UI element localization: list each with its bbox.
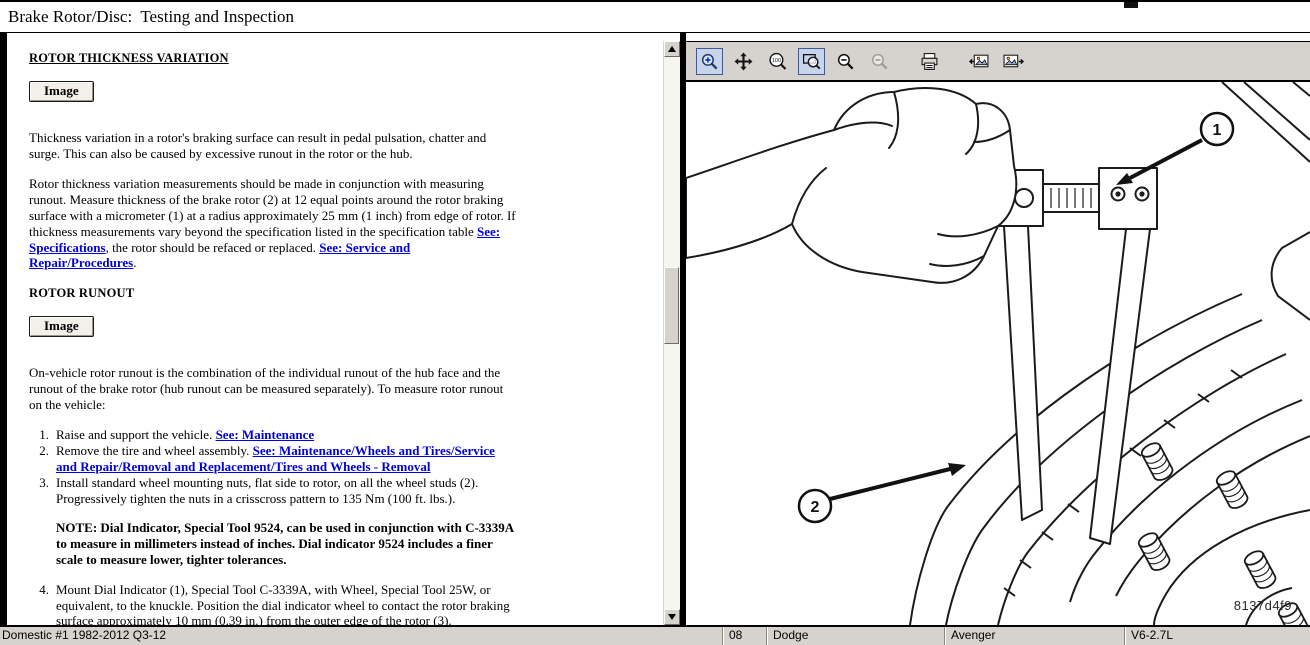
print-button[interactable] <box>916 48 943 75</box>
status-model: Avenger <box>945 627 1125 645</box>
zoom-in-button[interactable] <box>696 48 723 75</box>
callout-1-label: 1 <box>1213 122 1222 139</box>
scrollbar-thumb[interactable] <box>664 267 679 344</box>
step-text: Install standard wheel mounting nuts, fl… <box>56 475 519 507</box>
figure-area[interactable]: 1 2 8137d4f9 <box>686 82 1310 625</box>
zoom-fit-icon <box>802 52 821 71</box>
status-database: Domestic #1 1982-2012 Q3-12 <box>0 627 723 645</box>
paragraph-runout-intro: On-vehicle rotor runout is the combinati… <box>29 365 519 412</box>
step-text: Mount Dial Indicator (1), Special Tool C… <box>56 582 519 625</box>
arrow-down-icon <box>668 614 676 620</box>
zoom-out-button[interactable] <box>832 48 859 75</box>
previous-image-icon <box>969 52 990 71</box>
document-scrollbar[interactable] <box>663 41 680 625</box>
step-text-part: Remove the tire and wheel assembly. <box>56 443 253 458</box>
numbered-steps: 1. Raise and support the vehicle. See: M… <box>29 427 519 625</box>
zoom-out-icon <box>836 52 855 71</box>
step-number: 2. <box>29 443 49 475</box>
next-image-icon <box>1003 52 1024 71</box>
section-heading-rotor-thickness-variation: ROTOR THICKNESS VARIATION <box>29 51 519 67</box>
callout-2-label: 2 <box>811 499 820 516</box>
figure-toolbar: 100 <box>686 41 1310 82</box>
previous-image-button[interactable] <box>966 48 993 75</box>
list-item-2: 2. Remove the tire and wheel assembly. S… <box>29 443 519 475</box>
step-text: Remove the tire and wheel assembly. See:… <box>56 443 519 475</box>
zoom-out-disabled-button[interactable] <box>866 48 893 75</box>
zoom-actual-size-button[interactable]: 100 <box>764 48 791 75</box>
scroll-up-button[interactable] <box>664 41 680 57</box>
step-text-part: Raise and support the vehicle. <box>56 427 216 442</box>
paragraph-text: Rotor thickness variation measurements s… <box>29 176 516 238</box>
zoom-out-disabled-icon <box>870 52 889 71</box>
callout-2: 2 <box>799 463 966 522</box>
step-text: Raise and support the vehicle. See: Main… <box>56 427 519 443</box>
step-number: 3. <box>29 475 49 507</box>
list-item-3: 3. Install standard wheel mounting nuts,… <box>29 475 519 507</box>
status-make: Dodge <box>767 627 945 645</box>
callout-1: 1 <box>1116 113 1233 185</box>
status-engine: V6-2.7L <box>1125 627 1310 645</box>
status-year: 08 <box>723 627 767 645</box>
step-number: 1. <box>29 427 49 443</box>
document-pane: ROTOR THICKNESS VARIATION Image Thicknes… <box>7 33 663 625</box>
window-artifact <box>1124 2 1138 8</box>
note-text: NOTE: Dial Indicator, Special Tool 9524,… <box>56 520 519 567</box>
figure-pane: 100 <box>686 33 1310 625</box>
step-number: 4. <box>29 582 49 625</box>
paragraph-thickness-variation: Thickness variation in a rotor's braking… <box>29 130 519 162</box>
zoom-fit-button[interactable] <box>798 48 825 75</box>
scrollbar-track[interactable] <box>664 57 680 609</box>
pan-button[interactable] <box>730 48 757 75</box>
status-bar: Domestic #1 1982-2012 Q3-12 08 Dodge Ave… <box>0 627 1310 645</box>
print-icon <box>920 52 939 71</box>
image-button-1[interactable]: Image <box>29 81 94 102</box>
document-content: ROTOR THICKNESS VARIATION Image Thicknes… <box>7 41 519 625</box>
svg-text:100: 100 <box>772 58 781 64</box>
zoom-in-icon <box>700 52 719 71</box>
next-image-button[interactable] <box>1000 48 1027 75</box>
image-button-2[interactable]: Image <box>29 316 94 337</box>
page-title: Brake Rotor/Disc: Testing and Inspection <box>0 7 294 27</box>
list-item-1: 1. Raise and support the vehicle. See: M… <box>29 427 519 443</box>
scroll-down-button[interactable] <box>664 609 680 625</box>
paragraph-text: , the rotor should be refaced or replace… <box>106 240 320 255</box>
zoom-actual-size-icon: 100 <box>768 52 787 71</box>
pan-icon <box>734 52 753 71</box>
section-heading-rotor-runout: ROTOR RUNOUT <box>29 286 519 302</box>
main-area: ROTOR THICKNESS VARIATION Image Thicknes… <box>0 33 1310 627</box>
list-item-4: 4. Mount Dial Indicator (1), Special Too… <box>29 582 519 625</box>
app-window: Brake Rotor/Disc: Testing and Inspection… <box>0 0 1310 645</box>
paragraph-measurement: Rotor thickness variation measurements s… <box>29 176 519 271</box>
paragraph-text: . <box>133 255 136 270</box>
arrow-up-icon <box>668 46 676 52</box>
link-maintenance[interactable]: See: Maintenance <box>216 427 315 442</box>
title-bar: Brake Rotor/Disc: Testing and Inspection <box>0 0 1310 33</box>
figure-code: 8137d4f9 <box>1234 598 1292 613</box>
figure-illustration: 1 2 <box>686 82 1310 625</box>
